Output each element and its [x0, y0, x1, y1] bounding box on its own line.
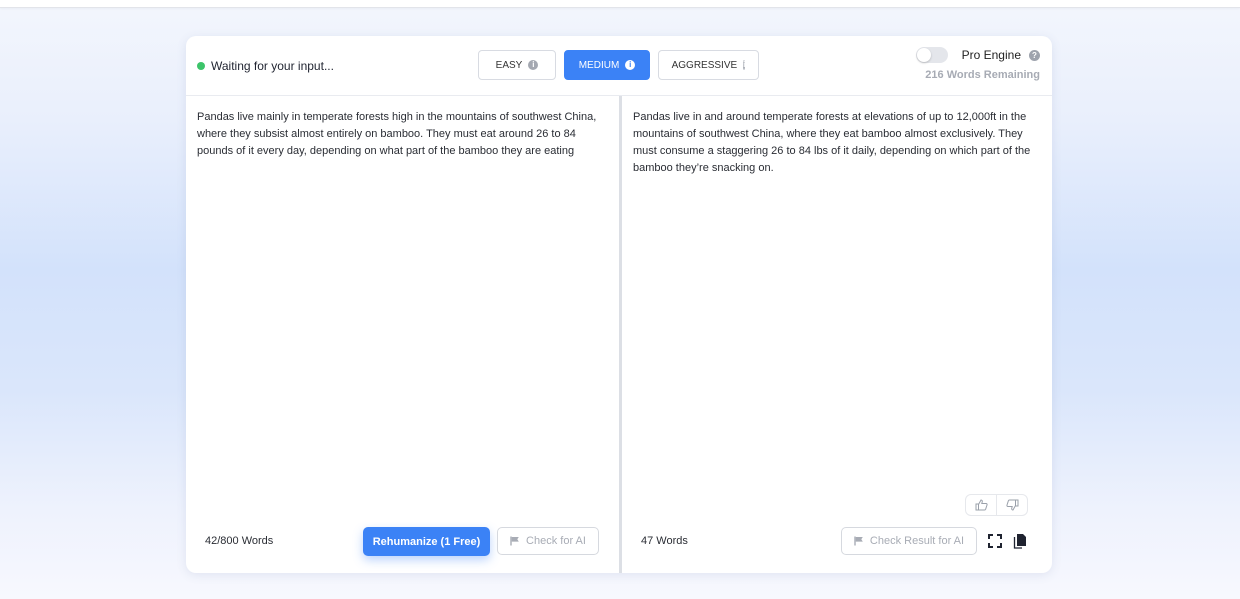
mode-medium-label: MEDIUM	[578, 59, 620, 71]
info-icon[interactable]: i	[743, 60, 746, 70]
status-indicator: Waiting for your input...	[197, 59, 334, 73]
card-header: Waiting for your input... EASY i MEDIUM …	[186, 36, 1052, 96]
thumbs-down-icon	[1005, 499, 1018, 511]
info-icon[interactable]: i	[528, 60, 539, 70]
input-pane: Pandas live mainly in temperate forests …	[186, 96, 619, 573]
pro-engine-toggle[interactable]	[915, 47, 948, 63]
mode-aggressive-button[interactable]: AGGRESSIVE i	[658, 50, 759, 80]
check-for-ai-label: Check for AI	[526, 535, 586, 547]
mode-easy-label: EASY	[495, 59, 523, 71]
status-dot	[197, 62, 205, 70]
fullscreen-icon[interactable]	[988, 534, 1002, 548]
toggle-knob	[916, 48, 931, 62]
input-textarea[interactable]: Pandas live mainly in temperate forests …	[197, 109, 605, 160]
output-pane: Pandas live in and around temperate fore…	[622, 96, 1052, 573]
input-word-count: 42/800 Words	[205, 535, 274, 547]
mode-medium-button[interactable]: MEDIUM i	[564, 50, 650, 80]
info-icon[interactable]: i	[625, 60, 636, 70]
status-text: Waiting for your input...	[211, 59, 334, 73]
humanizer-card: Waiting for your input... EASY i MEDIUM …	[186, 36, 1052, 573]
thumbs-up-icon	[975, 499, 988, 511]
copy-icon[interactable]	[1013, 533, 1027, 549]
check-result-for-ai-button[interactable]: Check Result for AI	[841, 527, 977, 555]
check-for-ai-button[interactable]: Check for AI	[497, 527, 599, 555]
flag-icon	[854, 536, 863, 546]
thumbs-up-button[interactable]	[966, 495, 996, 515]
output-word-count: 47 Words	[641, 535, 688, 547]
words-remaining: 216 Words Remaining	[925, 69, 1040, 81]
mode-easy-button[interactable]: EASY i	[478, 50, 556, 80]
pro-engine-label: Pro Engine	[961, 48, 1021, 62]
rehumanize-button[interactable]: Rehumanize (1 Free)	[363, 527, 490, 556]
mode-selector: EASY i MEDIUM i AGGRESSIVE i	[478, 50, 759, 80]
top-bar	[0, 0, 1240, 8]
check-result-label: Check Result for AI	[869, 535, 965, 547]
pro-engine-section: Pro Engine ? 216 Words Remaining	[915, 47, 1040, 81]
feedback-buttons	[965, 494, 1028, 516]
help-icon[interactable]: ?	[1029, 49, 1040, 61]
mode-aggressive-label: AGGRESSIVE	[671, 59, 738, 71]
thumbs-down-button[interactable]	[996, 495, 1027, 515]
output-text: Pandas live in and around temperate fore…	[633, 111, 1031, 174]
flag-icon	[510, 536, 519, 546]
